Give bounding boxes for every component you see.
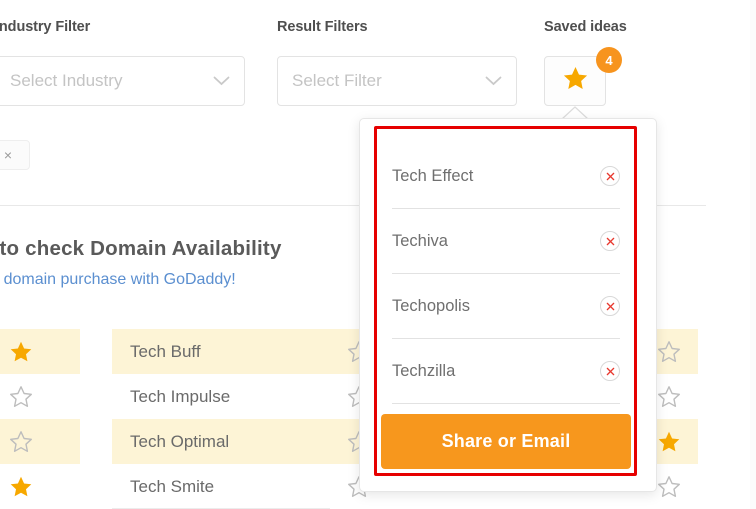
star-outline-icon [10, 385, 32, 407]
star-outline-icon [10, 430, 32, 452]
star-outline-icon [658, 340, 680, 362]
star-filled-icon [10, 476, 32, 496]
star-filled-icon [562, 65, 589, 97]
domain-name: Tech Buff [130, 341, 201, 361]
star-filled-icon [658, 431, 680, 451]
star-filled-icon [10, 341, 32, 361]
row-save-star-left[interactable] [0, 464, 80, 509]
row-save-star-left[interactable] [0, 374, 80, 419]
saved-idea-name: Techiva [392, 231, 448, 250]
promo-title: e to check Domain Availability [0, 237, 282, 260]
star-outline-icon [658, 475, 680, 497]
filter-bar: Industry Filter Result Filters Saved ide… [0, 0, 756, 120]
saved-ideas-list: Tech Effect Techiva Techopolis Techzilla [392, 144, 620, 404]
close-icon: × [3, 147, 13, 163]
domain-name: Tech Smite [130, 476, 215, 496]
industry-select-value: Select Industry [10, 71, 123, 90]
clear-filter-chip[interactable]: × [0, 140, 30, 170]
saved-ideas-label: Saved ideas [544, 19, 627, 35]
row-name-cell: Tech Buff [112, 329, 365, 374]
list-item[interactable]: Techzilla [392, 339, 620, 404]
chevron-down-icon [213, 76, 230, 86]
domain-name: Tech Impulse [130, 386, 231, 406]
list-item[interactable]: Tech Effect [392, 144, 620, 209]
share-or-email-button[interactable]: Share or Email [381, 414, 631, 469]
result-filter-select-value: Select Filter [292, 71, 382, 90]
saved-idea-name: Techzilla [392, 361, 456, 380]
remove-circle-icon[interactable] [600, 296, 620, 316]
result-filter-select[interactable]: Select Filter [277, 56, 517, 106]
remove-circle-icon[interactable] [600, 166, 620, 186]
row-save-star-left[interactable] [0, 329, 80, 374]
row-name-cell: Tech Smite [112, 464, 365, 509]
promo-subtitle-link[interactable]: your domain purchase with GoDaddy! [0, 271, 236, 289]
remove-circle-icon[interactable] [600, 361, 620, 381]
row-name-cell: Tech Optimal [112, 419, 365, 464]
result-filters-label: Result Filters [277, 19, 368, 35]
saved-ideas-badge: 4 [596, 47, 622, 73]
chevron-down-icon [485, 76, 502, 86]
industry-filter-label: Industry Filter [0, 19, 91, 35]
saved-ideas-dropdown: Tech Effect Techiva Techopolis Techzilla… [359, 118, 657, 492]
row-save-star-left[interactable] [0, 419, 80, 464]
list-item[interactable]: Techiva [392, 209, 620, 274]
domain-name: Tech Optimal [130, 431, 230, 451]
list-item[interactable]: Techopolis [392, 274, 620, 339]
remove-circle-icon[interactable] [600, 231, 620, 251]
saved-idea-name: Tech Effect [392, 166, 474, 185]
saved-idea-name: Techopolis [392, 296, 470, 315]
row-name-cell: Tech Impulse [112, 374, 365, 419]
star-outline-icon [658, 385, 680, 407]
page-root: Industry Filter Result Filters Saved ide… [0, 0, 756, 509]
industry-select[interactable]: Select Industry [0, 56, 245, 106]
